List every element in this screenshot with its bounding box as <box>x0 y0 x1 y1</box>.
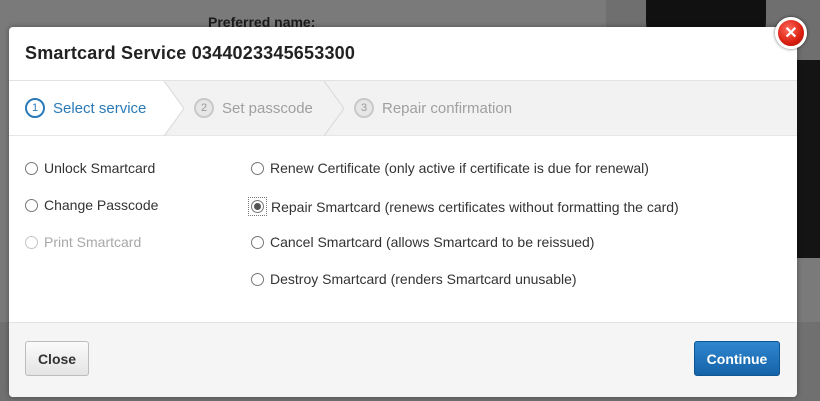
option-note: (renders Smartcard unusable) <box>390 271 577 287</box>
radio-focus-ring <box>248 197 267 216</box>
option-unlock-smartcard[interactable]: Unlock Smartcard <box>25 160 155 176</box>
dialog-title: Smartcard Service 0344023345653300 <box>25 43 356 63</box>
option-label: Repair Smartcard <box>271 198 381 215</box>
option-renew-certificate[interactable]: Renew Certificate (only active if certif… <box>251 160 649 176</box>
option-label: Change Passcode <box>44 197 159 213</box>
step-select-service[interactable]: 1 Select service <box>9 81 164 135</box>
radio-unlock-smartcard[interactable] <box>25 161 38 175</box>
option-label: Destroy Smartcard <box>270 271 387 287</box>
option-label: Renew Certificate <box>270 160 381 176</box>
option-repair-smartcard[interactable]: Repair Smartcard (renews certificates wi… <box>248 197 679 216</box>
option-label: Unlock Smartcard <box>44 160 156 176</box>
step-label-1: Select service <box>53 99 147 117</box>
option-cancel-smartcard[interactable]: Cancel Smartcard (allows Smartcard to be… <box>251 234 594 250</box>
step-number-1: 1 <box>25 98 45 118</box>
option-destroy-smartcard[interactable]: Destroy Smartcard (renders Smartcard unu… <box>251 271 577 287</box>
step-label-2: Set passcode <box>222 99 313 117</box>
step-number-2: 2 <box>194 98 214 118</box>
service-options: Unlock Smartcard Change Passcode Print S… <box>9 136 797 322</box>
radio-cancel-smartcard[interactable] <box>251 235 264 249</box>
smartcard-service-dialog: Smartcard Service 0344023345653300 1 Sel… <box>9 27 797 397</box>
step-repair-confirmation[interactable]: 3 Repair confirmation <box>324 81 524 135</box>
wizard-steps: 1 Select service 2 Set passcode 3 Repair… <box>9 81 797 136</box>
option-note: (renews certificates without formatting … <box>384 198 679 215</box>
option-change-passcode[interactable]: Change Passcode <box>25 197 158 213</box>
option-note: (only active if certificate is due for r… <box>384 160 649 176</box>
close-x-icon[interactable]: ✕ <box>775 17 807 49</box>
radio-change-passcode[interactable] <box>25 198 38 212</box>
option-label: Cancel Smartcard <box>270 234 383 250</box>
step-label-3: Repair confirmation <box>382 99 513 117</box>
close-button[interactable]: Close <box>25 341 89 376</box>
option-label: Print Smartcard <box>44 234 142 250</box>
radio-renew-certificate[interactable] <box>251 161 264 175</box>
radio-destroy-smartcard[interactable] <box>251 272 264 286</box>
option-print-smartcard: Print Smartcard <box>25 234 141 250</box>
radio-repair-smartcard[interactable] <box>251 200 264 213</box>
step-number-3: 3 <box>354 98 374 118</box>
continue-button[interactable]: Continue <box>694 341 780 376</box>
step-set-passcode[interactable]: 2 Set passcode <box>164 81 324 135</box>
radio-print-smartcard <box>25 235 38 249</box>
option-note: (allows Smartcard to be reissued) <box>385 234 595 250</box>
dialog-footer: Close Continue <box>9 322 797 397</box>
dialog-header: Smartcard Service 0344023345653300 <box>9 27 797 81</box>
